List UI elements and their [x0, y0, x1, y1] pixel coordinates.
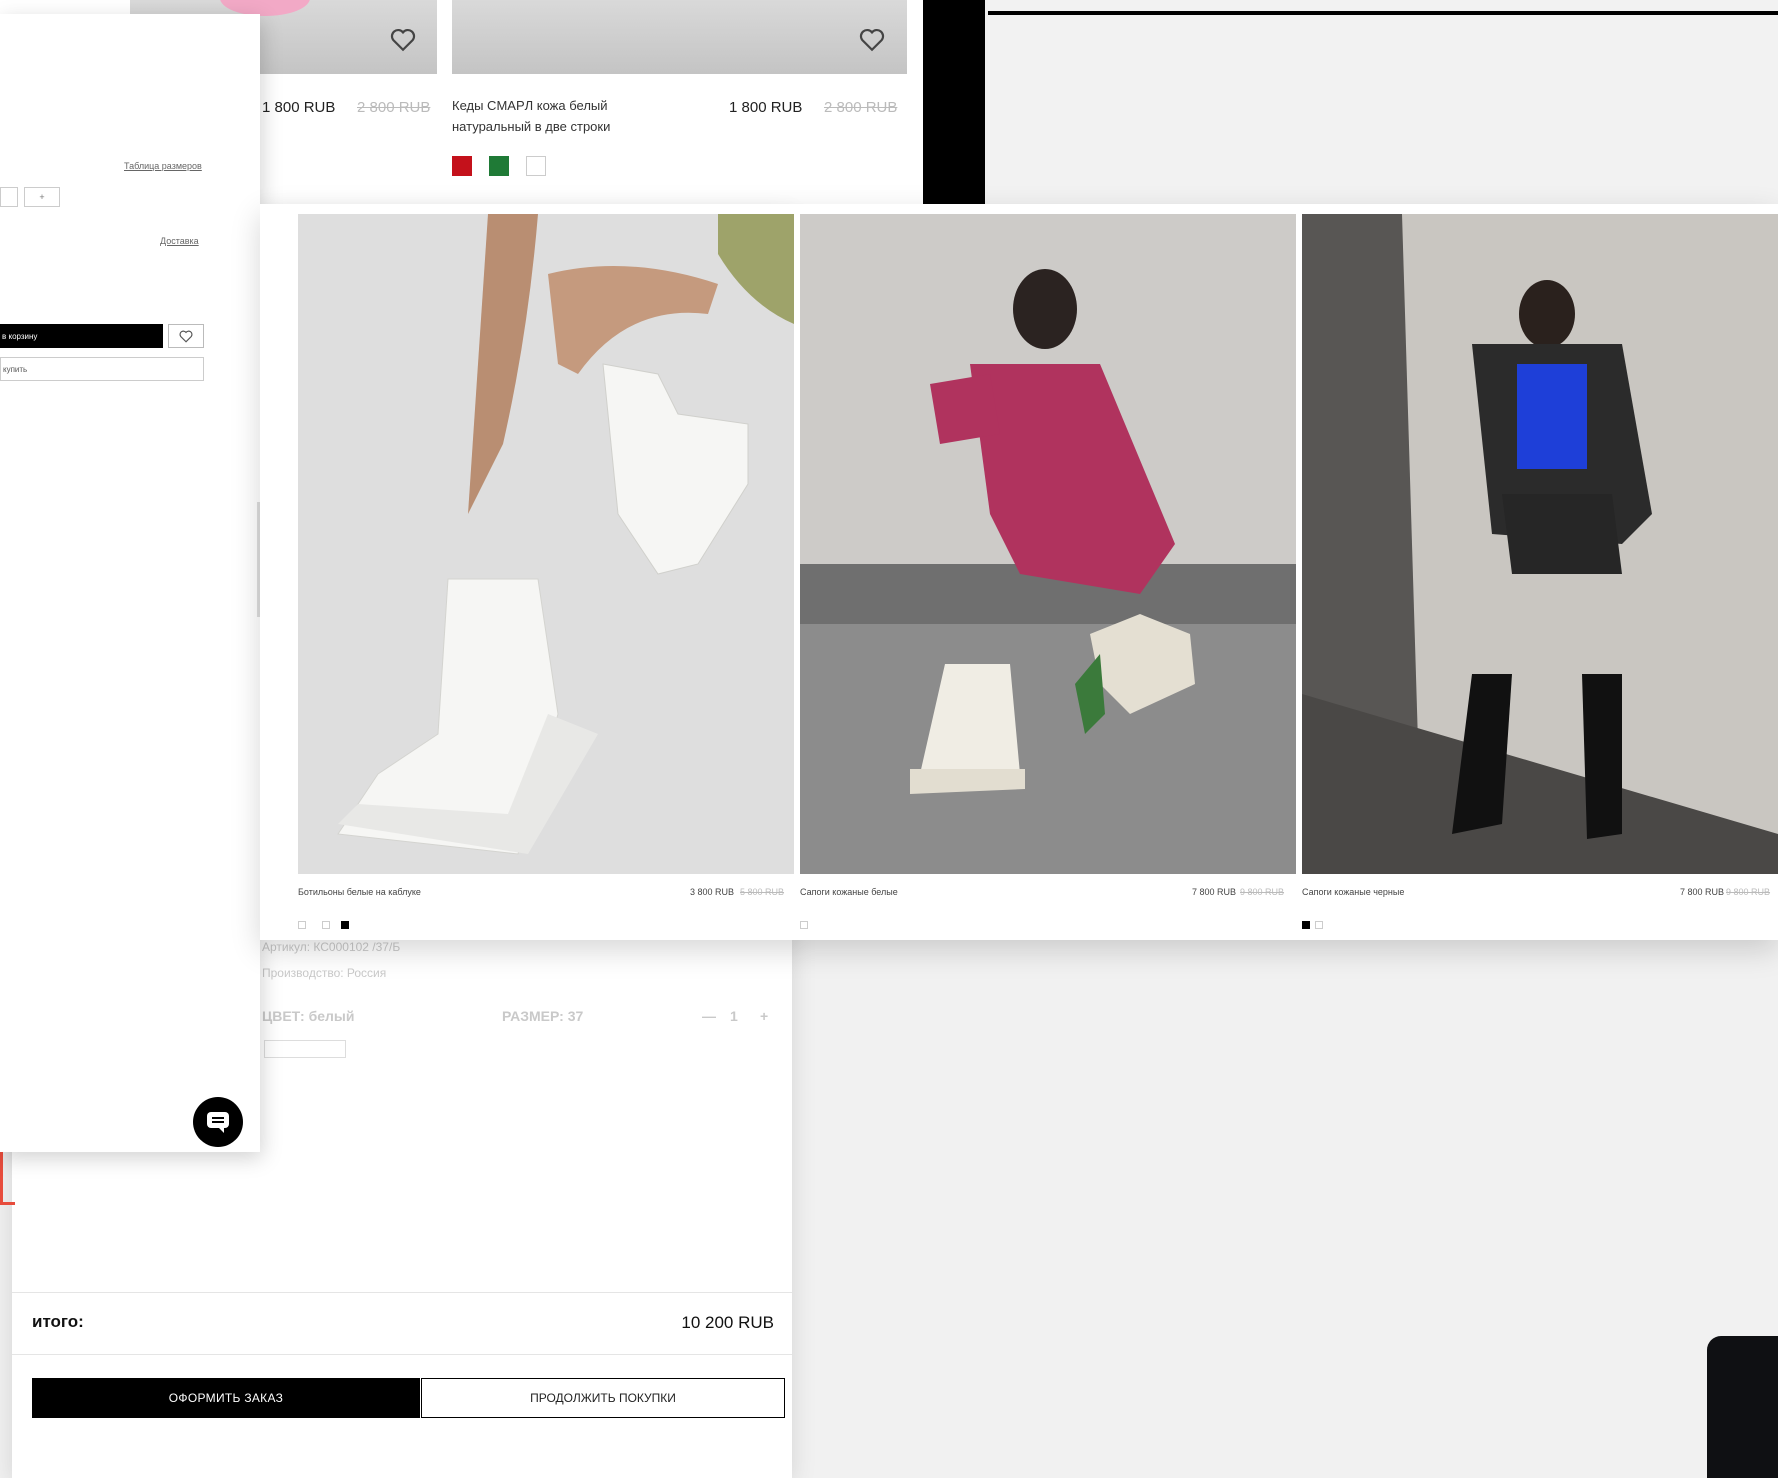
- lookbook-window: Ботильоны белые на каблуке 3 800 RUB 5 8…: [260, 204, 1778, 940]
- color-swatch-white[interactable]: [526, 156, 546, 176]
- color-dot[interactable]: [1302, 921, 1310, 929]
- checkout-button[interactable]: ОФОРМИТЬ ЗАКАЗ: [32, 1378, 420, 1418]
- remove-item-button[interactable]: [264, 1040, 346, 1058]
- lookbook-old-price-1: 5 800 RUB: [740, 887, 785, 897]
- lookbook-photo-2[interactable]: [800, 214, 1296, 874]
- chat-button[interactable]: [193, 1097, 243, 1147]
- continue-shopping-button[interactable]: ПРОДОЛЖИТЬ ПОКУПКИ: [421, 1378, 785, 1418]
- lookbook-caption-3[interactable]: Сапоги кожаные черные: [1302, 887, 1404, 897]
- product-price: 1 800 RUB: [729, 99, 803, 116]
- lookbook-photo-3[interactable]: [1302, 214, 1778, 874]
- cart-item-size: РАЗМЕР: 37: [502, 1008, 584, 1024]
- model-image: [800, 214, 1296, 874]
- dark-panel: [1707, 1336, 1778, 1478]
- model-image: [1302, 214, 1778, 874]
- color-dot[interactable]: [322, 921, 330, 929]
- color-swatch-green[interactable]: [489, 156, 509, 176]
- add-to-favorites-button[interactable]: [168, 324, 204, 348]
- lookbook-price-2: 7 800 RUB: [1192, 887, 1237, 897]
- cart-item-color: ЦВЕТ: белый: [262, 1008, 355, 1024]
- heart-icon: [179, 330, 193, 343]
- product-name[interactable]: Кеды CMAPЛ кожа белый натуральный в две …: [452, 95, 672, 137]
- product-detail-window: Таблица размеров + Доставка в корзину ку…: [0, 14, 260, 1152]
- divider: [12, 1354, 792, 1355]
- cart-item-origin: Производство: Россия: [262, 966, 387, 980]
- lookbook-price-3: 7 800 RUB: [1680, 887, 1725, 897]
- product-thumbnail[interactable]: [452, 0, 907, 74]
- qty-increase-button[interactable]: +: [760, 1008, 768, 1024]
- heart-icon: [859, 28, 885, 52]
- total-label: итого:: [32, 1312, 84, 1331]
- lookbook-old-price-3: 9 800 RUB: [1726, 887, 1771, 897]
- favorite-button[interactable]: [857, 26, 887, 54]
- divider: [12, 1292, 792, 1293]
- lookbook-caption-1[interactable]: Ботильоны белые на каблуке: [298, 887, 421, 897]
- add-to-cart-button[interactable]: в корзину: [0, 324, 163, 348]
- buy-now-button[interactable]: купить: [0, 357, 204, 381]
- chat-icon: [207, 1112, 229, 1133]
- error-outline: [0, 1150, 15, 1205]
- product-old-price: 2 800 RUB: [357, 99, 431, 116]
- product-price: 1 800 RUB: [262, 99, 336, 116]
- delivery-link[interactable]: Доставка: [160, 236, 199, 246]
- size-option[interactable]: +: [24, 187, 60, 207]
- boots-image: [298, 214, 794, 874]
- color-dot[interactable]: [341, 921, 349, 929]
- lookbook-photo-1[interactable]: [298, 214, 794, 874]
- color-dot[interactable]: [1315, 921, 1323, 929]
- product-old-price: 2 800 RUB: [824, 99, 898, 116]
- lookbook-price-1: 3 800 RUB: [690, 887, 735, 897]
- size-option[interactable]: [0, 187, 18, 207]
- color-dot[interactable]: [800, 921, 808, 929]
- heart-icon: [390, 28, 416, 52]
- qty-value: 1: [730, 1008, 738, 1024]
- size-guide-link[interactable]: Таблица размеров: [124, 161, 202, 171]
- favorite-button[interactable]: [388, 26, 418, 54]
- lookbook-old-price-2: 9 800 RUB: [1240, 887, 1285, 897]
- total-value: 10 200 RUB: [681, 1313, 774, 1332]
- color-swatch-red[interactable]: [452, 156, 472, 176]
- lookbook-caption-2[interactable]: Сапоги кожаные белые: [800, 887, 898, 897]
- window-top-border: [988, 11, 1778, 15]
- cart-item-article: Артикул: КС000102 /37/Б: [262, 940, 401, 954]
- background-window: [988, 0, 1778, 210]
- window-frame: [923, 0, 985, 210]
- color-dot[interactable]: [298, 921, 306, 929]
- qty-decrease-button[interactable]: —: [702, 1008, 716, 1024]
